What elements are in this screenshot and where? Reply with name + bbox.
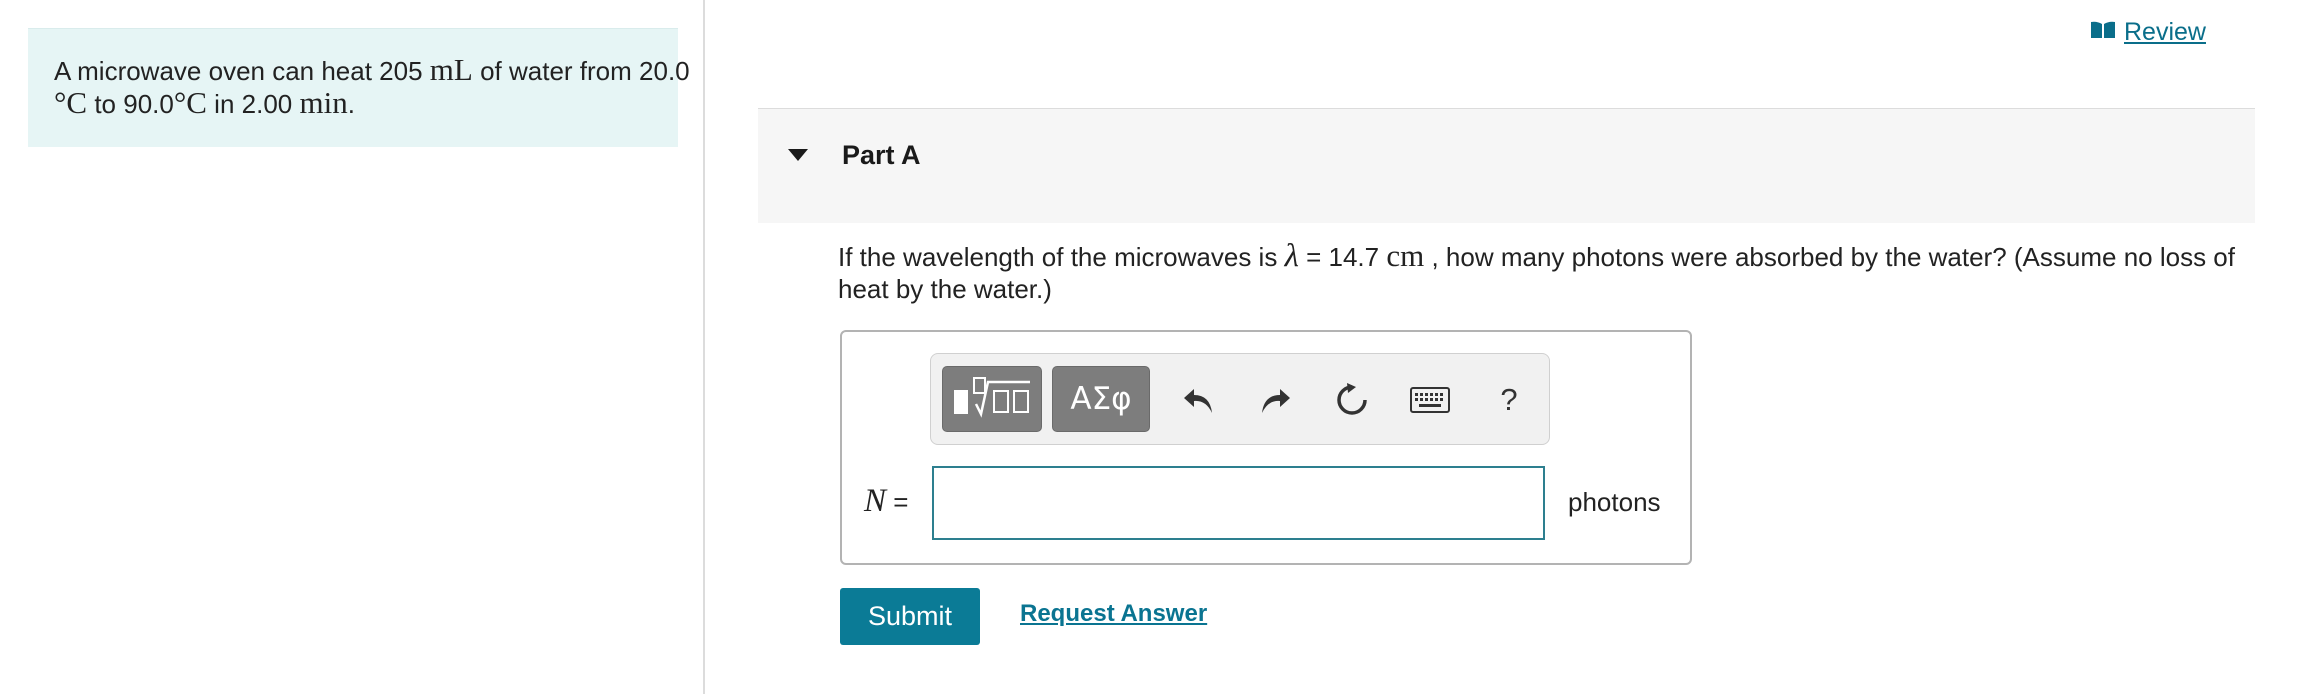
caret-down-icon[interactable]	[788, 149, 808, 161]
review-link[interactable]: Review	[2090, 15, 2206, 49]
templates-button[interactable]	[942, 366, 1042, 432]
submit-button[interactable]: Submit	[840, 588, 980, 645]
problem-intro-text: A microwave oven can heat 205 mL of wate…	[54, 54, 714, 120]
answer-variable: N	[864, 483, 887, 519]
intro-degree: °	[54, 85, 67, 120]
question-text: If the wavelength of the microwaves is λ…	[838, 240, 2258, 305]
intro-unit-c: C	[66, 85, 88, 120]
intro-unit-min: min	[299, 85, 348, 120]
undo-icon[interactable]	[1177, 378, 1221, 422]
help-button[interactable]: ?	[1487, 378, 1531, 422]
answer-input[interactable]	[932, 466, 1545, 540]
question-text-part: = 14.7	[1306, 242, 1380, 272]
intro-degree: °	[173, 85, 187, 120]
question-unit-cm: cm	[1386, 238, 1425, 273]
intro-unit-c: C	[186, 85, 207, 120]
intro-text-part: to 90.0	[94, 89, 174, 119]
intro-text-part: in 2.00	[214, 89, 293, 119]
question-text-part: If the wavelength of the microwaves is	[838, 242, 1278, 272]
greek-symbols-button[interactable]: ΑΣφ	[1052, 366, 1150, 432]
answer-unit-label: photons	[1568, 487, 1661, 517]
intro-text-part: A microwave oven can heat 205	[54, 56, 423, 86]
request-answer-link[interactable]: Request Answer	[1020, 600, 1207, 628]
intro-unit-ml: mL	[429, 52, 473, 87]
panel-divider	[703, 0, 705, 694]
reset-icon[interactable]	[1330, 378, 1374, 422]
lambda-symbol: λ	[1284, 238, 1299, 274]
book-icon	[2090, 18, 2116, 47]
keyboard-icon[interactable]	[1408, 378, 1452, 422]
part-title[interactable]: Part A	[842, 140, 921, 171]
review-label: Review	[2124, 17, 2206, 46]
intro-text-part: of water from 20.0	[480, 56, 690, 86]
part-header[interactable]	[758, 108, 2255, 223]
answer-equals: =	[893, 487, 909, 517]
redo-icon[interactable]	[1253, 378, 1297, 422]
answer-variable-label: N =	[864, 483, 908, 520]
intro-text-part: .	[347, 89, 355, 119]
